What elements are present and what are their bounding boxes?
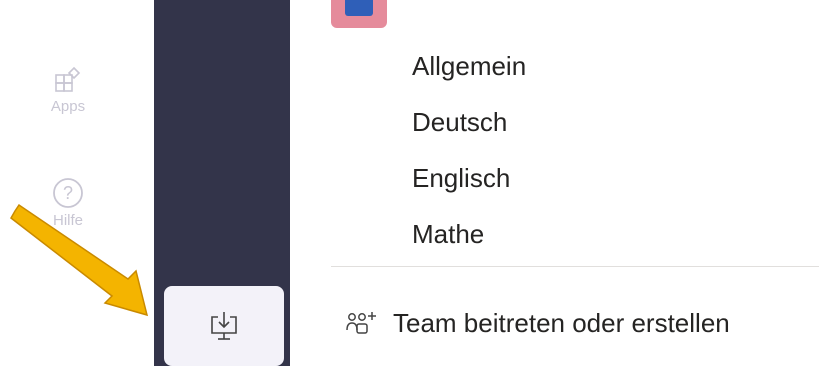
divider [331,266,819,267]
join-team-icon [346,311,376,334]
channel-englisch[interactable]: Englisch [412,163,510,194]
channel-deutsch[interactable]: Deutsch [412,107,507,138]
channel-allgemein[interactable]: Allgemein [412,51,526,82]
team-avatar-inner [345,0,373,16]
pointer-arrow [10,203,149,317]
join-or-create-team-button[interactable]: Team beitreten oder erstellen [345,308,730,339]
team-avatar[interactable] [331,0,387,28]
join-team-label: Team beitreten oder erstellen [393,308,730,338]
channel-mathe[interactable]: Mathe [412,219,484,250]
download-desktop-app-button[interactable] [164,286,284,366]
download-desktop-icon [211,312,237,340]
